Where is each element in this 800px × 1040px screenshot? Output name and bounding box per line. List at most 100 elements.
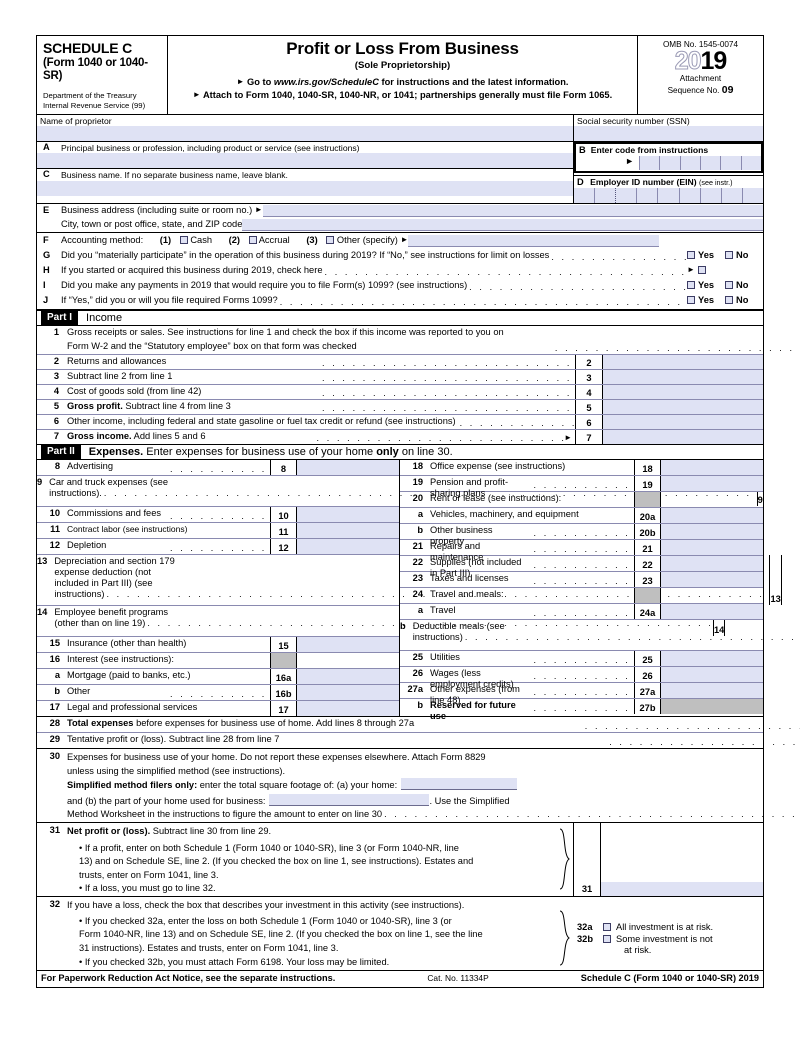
ein-cell-1[interactable] (574, 188, 595, 204)
name-input[interactable] (37, 126, 573, 142)
line-g-yes[interactable]: Yes (687, 249, 725, 263)
row-20b-amount[interactable] (661, 524, 763, 540)
line-30-business-sqft-input[interactable] (269, 793, 430, 806)
line-5-bold: Gross profit. (67, 401, 123, 412)
ein-cell-8[interactable] (720, 188, 742, 204)
line-31-amount[interactable] (601, 823, 763, 896)
line-5-amount[interactable] (603, 400, 763, 415)
ein-cell-6[interactable] (678, 188, 700, 204)
business-code-box: B Enter code from instructions ► (574, 142, 763, 174)
ein-cell-9[interactable] (741, 188, 763, 204)
line-e-input[interactable] (262, 205, 763, 218)
line-32-head: If you have a loss, check the box that d… (67, 899, 465, 910)
row-24a-amount[interactable] (661, 604, 763, 620)
row-23-amount[interactable] (661, 572, 763, 588)
line-h-checkbox[interactable] (697, 266, 706, 275)
line-3-amount[interactable] (603, 370, 763, 385)
line-32b-checkbox[interactable] (603, 935, 611, 944)
line-g-row: G Did you “materially participate” in th… (37, 248, 763, 263)
line-i-yes[interactable]: Yes (687, 279, 725, 293)
line-29-number: 29 (49, 734, 60, 745)
row-22-amount[interactable] (661, 556, 763, 572)
ein-cell-5[interactable] (657, 188, 679, 204)
ein-cell-4[interactable] (636, 188, 658, 204)
line-7-amount[interactable] (603, 430, 764, 445)
line-g-no[interactable]: No (725, 249, 763, 263)
row-27a-dots: . . . . . . . . . . . . . . . . . . . . … (533, 686, 635, 697)
line-32-bullet-2: • If you checked 32b, you must attach Fo… (79, 957, 390, 968)
code-cell-1[interactable] (639, 156, 660, 171)
line-30-simplified-bold: Simplified method filers only: (67, 780, 198, 791)
row-12-amount[interactable] (297, 539, 399, 555)
code-cell-4[interactable] (699, 156, 721, 171)
row-24b-text-2: instructions) (412, 632, 463, 643)
arrow-icon-e: ► (254, 205, 263, 215)
line-c-input[interactable] (37, 180, 573, 196)
row-8-amount[interactable] (297, 460, 399, 476)
line-6-text: Other income, including federal and stat… (67, 416, 456, 427)
row-20a-amount[interactable] (661, 508, 763, 524)
line-32a-checkbox[interactable] (603, 922, 611, 931)
row-19-code: 19 (634, 476, 661, 492)
row-16b-amount[interactable] (297, 685, 399, 701)
line-5-rest: Subtract line 4 from line 3 (122, 401, 231, 412)
row-10-amount[interactable] (297, 507, 399, 523)
line-6-amount[interactable] (603, 415, 763, 430)
line-32b-label-wrap: Some investment is not at risk. (616, 934, 713, 956)
goto-url[interactable]: www.irs.gov/ScheduleC (274, 77, 379, 87)
line-29-left: 29 Tentative profit or (loss). Subtract … (37, 733, 800, 748)
row-15-code: 15 (270, 637, 297, 653)
p2-row-21: 21 Repairs and maintenance . . . . . . .… (400, 540, 763, 562)
ssn-input[interactable] (574, 126, 763, 142)
code-cell-5[interactable] (720, 156, 741, 171)
row-18-amount[interactable] (661, 460, 763, 476)
row-21-amount[interactable] (661, 540, 763, 556)
row-11-amount[interactable] (297, 523, 399, 539)
row-16a-amount[interactable] (297, 669, 399, 685)
line-i-letter: I (43, 280, 46, 291)
ein-input[interactable] (574, 188, 763, 204)
line-j-yes[interactable]: Yes (687, 294, 725, 308)
row-15-amount[interactable] (297, 637, 399, 653)
line-a-input[interactable] (37, 153, 573, 169)
row-25-amount[interactable] (661, 651, 763, 667)
row-26-amount[interactable] (661, 667, 763, 683)
line-i-no-checkbox[interactable] (725, 281, 733, 290)
line-2-amount[interactable] (603, 355, 763, 370)
line-j-yes-checkbox[interactable] (687, 296, 695, 305)
code-cell-2[interactable] (659, 156, 680, 171)
line-32a-row[interactable]: 32a All investment is at risk. (577, 922, 763, 933)
f-opt1-checkbox[interactable] (179, 236, 188, 245)
line-30-text-3-span: enter the total square footage of: (a) y… (197, 780, 398, 791)
part-2-title-bold: Expenses. (88, 445, 144, 458)
ein-cell-7[interactable] (699, 188, 721, 204)
business-code-cells[interactable]: ► (576, 156, 761, 171)
f-opt2-checkbox[interactable] (248, 236, 257, 245)
row-27a-amount[interactable] (661, 683, 763, 699)
row-19-amount[interactable] (661, 476, 763, 492)
line-f-other-input[interactable] (408, 235, 660, 248)
row-16a-text: Mortgage (paid to banks, etc.) (67, 670, 191, 681)
line-i-no[interactable]: No (725, 279, 763, 293)
line-1-number-spacer (37, 340, 67, 354)
line-j-no-checkbox[interactable] (725, 296, 733, 305)
ein-cell-3[interactable] (615, 188, 637, 204)
line-32b-row[interactable]: 32b Some investment is not at risk. (577, 934, 763, 956)
line-e2-input[interactable] (242, 219, 763, 232)
line-31-b1-c: trusts, enter on Form 1041, line 3. (79, 869, 219, 880)
code-cell-3[interactable] (679, 156, 700, 171)
line-g-no-checkbox[interactable] (725, 251, 733, 260)
line-i-yes-checkbox[interactable] (687, 281, 695, 290)
line-32-left: 32 If you have a loss, check the box tha… (37, 897, 573, 970)
line-i-row: I Did you make any payments in 2019 that… (37, 278, 763, 293)
ein-cell-2[interactable] (594, 188, 616, 204)
code-cell-6[interactable] (740, 156, 761, 171)
line-30-home-sqft-input[interactable] (401, 778, 518, 791)
row-17-amount[interactable] (297, 701, 399, 717)
line-4-amount[interactable] (603, 385, 763, 400)
line-g-yes-checkbox[interactable] (687, 251, 695, 260)
f-opt3-checkbox[interactable] (326, 236, 335, 245)
line-j-no[interactable]: No (725, 294, 763, 308)
line-h-check[interactable]: ► (687, 264, 725, 278)
row-27a-text: Other expenses (from line 48) (430, 684, 520, 706)
